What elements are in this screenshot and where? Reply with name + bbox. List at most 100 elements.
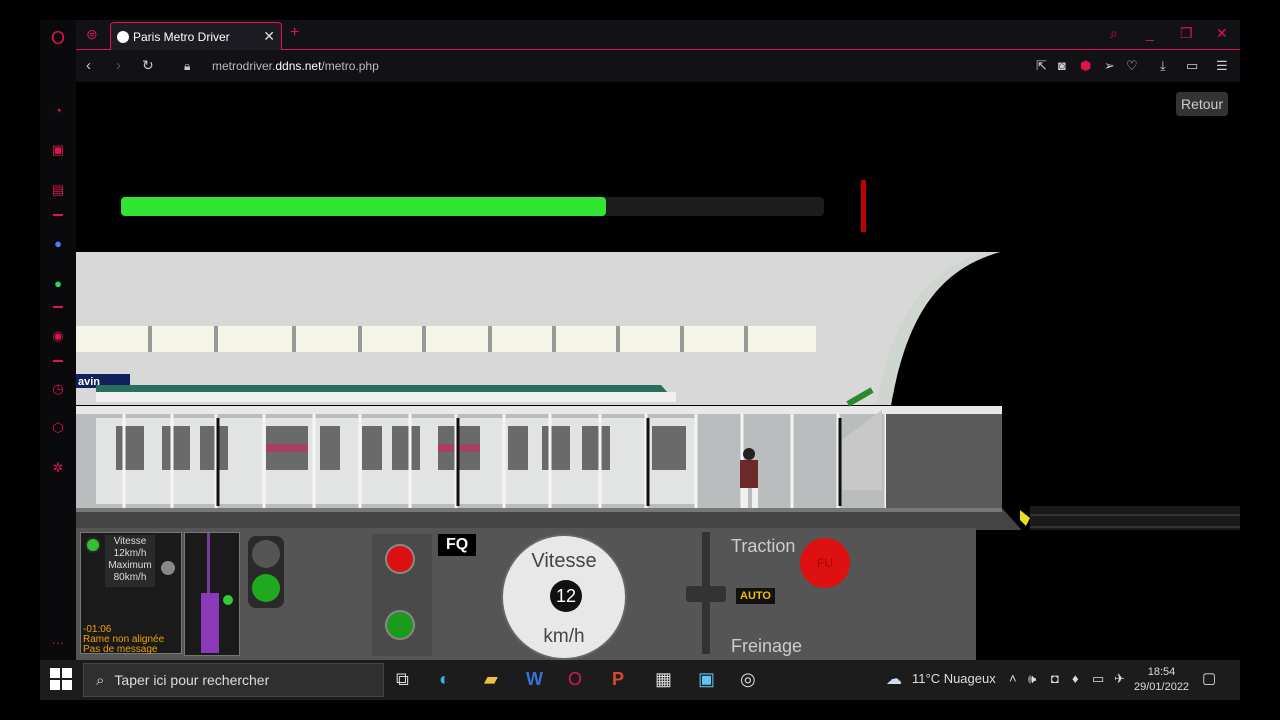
back-icon[interactable]: ‹: [86, 57, 91, 74]
platform-door-header: [76, 406, 1002, 414]
opera-logo-icon[interactable]: O: [48, 28, 68, 48]
restore-icon[interactable]: ❐: [1180, 25, 1193, 42]
status-line-2: Pas de message: [83, 644, 158, 655]
heart-icon[interactable]: ♡: [1126, 58, 1138, 74]
webcam-icon[interactable]: ◘: [1051, 671, 1059, 686]
tab-active[interactable]: Paris Metro Driver ✕: [110, 22, 282, 50]
share-icon[interactable]: ⇱: [1036, 58, 1047, 74]
close-doors-button[interactable]: [385, 544, 415, 574]
close-window-icon[interactable]: ✕: [1216, 25, 1228, 42]
control-panel: Vitesse 12km/h Maximum 80km/h -01:06 Ram…: [76, 528, 976, 660]
opera-sidebar: O ◔ ▣ ▤ ● ● ◉ ◷ ⬡ ✲ ···: [40, 20, 76, 660]
auto-button[interactable]: AUTO: [736, 588, 775, 604]
browser-window: O ◔ ▣ ▤ ● ● ◉ ◷ ⬡ ✲ ··· ⊜ Paris Metro Dr…: [40, 20, 1240, 660]
speed-label: Vitesse: [113, 536, 147, 547]
tab-title: Paris Metro Driver: [133, 29, 230, 44]
braking-gauge: [184, 532, 240, 656]
empty-track-doors: [886, 414, 1002, 508]
freinage-label: Freinage: [731, 636, 803, 656]
throttle-lever-handle[interactable]: [686, 586, 726, 602]
forward-icon[interactable]: ›: [116, 57, 121, 74]
whatsapp-icon[interactable]: ●: [48, 273, 68, 293]
taskbar-search[interactable]: ⌕ Taper ici pour rechercher: [83, 663, 384, 697]
reload-icon[interactable]: ↻: [142, 57, 154, 74]
passenger-head: [743, 448, 755, 460]
camera-icon[interactable]: ◙: [1058, 58, 1066, 73]
max-value: 80km/h: [113, 572, 147, 583]
history-icon[interactable]: ◷: [48, 379, 68, 399]
search-tabs-icon[interactable]: ⌕: [1110, 25, 1118, 42]
screen: O ◔ ▣ ▤ ● ● ◉ ◷ ⬡ ✲ ··· ⊜ Paris Metro Dr…: [0, 0, 1280, 720]
retour-button[interactable]: Retour: [1175, 92, 1228, 116]
page-viewport: Retour avin Vitesse 12km/h Maximum 80km/…: [76, 82, 1240, 660]
speedo-unit: km/h: [543, 626, 585, 647]
speed-dial-icon[interactable]: ◔: [48, 100, 68, 120]
word-icon[interactable]: W: [526, 669, 543, 690]
url-host-prefix: metrodriver.: [212, 59, 276, 73]
microphone-icon[interactable]: ♦: [1072, 671, 1079, 686]
weather-cloud-icon[interactable]: ☁: [886, 669, 902, 689]
station-progress-bar: [121, 197, 824, 216]
max-label: Maximum: [108, 560, 152, 571]
start-button[interactable]: [50, 668, 72, 690]
tab-bar: ⊜ Paris Metro Driver ✕ + ⌕ _ ❐ ✕: [76, 20, 1240, 50]
battery-icon[interactable]: ▭: [1092, 671, 1104, 687]
clock[interactable]: 18:54 29/01/2022: [1134, 665, 1189, 695]
messenger-icon[interactable]: ●: [48, 233, 68, 253]
windows-taskbar: ⌕ Taper ici pour rechercher ⧉ ◐ ▰ W O P …: [40, 660, 1240, 700]
adblock-shield-icon[interactable]: ⬢: [1080, 58, 1091, 74]
info-display: Vitesse 12km/h Maximum 80km/h -01:06 Ram…: [80, 532, 182, 655]
traction-label: Traction: [731, 536, 796, 556]
volume-icon[interactable]: 🕪︎: [1028, 671, 1036, 687]
opera-taskbar-icon[interactable]: O: [568, 669, 582, 690]
ceiling-light-strip: [76, 326, 816, 352]
powerpoint-icon[interactable]: P: [612, 669, 624, 690]
bag-icon[interactable]: ▣: [48, 140, 68, 160]
url-domain: ddns.net: [275, 59, 322, 73]
station-progress-fill: [121, 197, 607, 216]
calculator-icon[interactable]: ▦: [655, 669, 672, 690]
signal-red-lamp: [252, 540, 280, 568]
passenger-body: [740, 460, 758, 488]
fq-button[interactable]: FQ: [438, 534, 477, 556]
extensions-cube-icon[interactable]: ⬡: [48, 418, 68, 438]
notifications-icon[interactable]: ▢: [1202, 669, 1216, 687]
url-field[interactable]: metrodriver.ddns.net/metro.php: [212, 59, 379, 73]
signal-light: [248, 536, 284, 608]
sidebar-divider: [53, 360, 63, 362]
minimize-icon[interactable]: _: [1146, 25, 1154, 41]
easy-setup-icon[interactable]: ☰: [1216, 58, 1228, 74]
gauge-indicator: [223, 595, 233, 605]
airplane-mode-icon[interactable]: ✈: [1114, 671, 1125, 687]
favicon-icon: [117, 30, 129, 43]
tab-close-icon[interactable]: ✕: [263, 28, 275, 45]
file-explorer-icon[interactable]: ▰: [484, 669, 498, 690]
door-buttons: [372, 534, 432, 656]
info-settings-icon[interactable]: [161, 561, 175, 575]
red-stop-marker: [861, 180, 866, 232]
workspace-icon[interactable]: ⊜: [86, 26, 98, 43]
stop-position-marker: [1020, 510, 1030, 526]
signal-green-lamp: [252, 574, 280, 602]
sidebar-divider: [53, 306, 63, 308]
battery-saver-icon[interactable]: ▭: [1186, 58, 1198, 74]
show-hidden-icons-icon[interactable]: ˄: [1009, 671, 1017, 686]
weather-text[interactable]: 11°C Nuageux: [912, 671, 996, 686]
more-icon[interactable]: ···: [48, 632, 68, 652]
settings-gear-icon[interactable]: ✲: [48, 458, 68, 478]
speed-value: 12km/h: [113, 548, 147, 559]
task-view-icon[interactable]: ⧉: [396, 669, 409, 690]
open-doors-button[interactable]: [385, 610, 415, 640]
download-icon[interactable]: ⤓: [1160, 58, 1166, 74]
obs-icon[interactable]: ◎: [740, 669, 756, 690]
send-icon[interactable]: ➢: [1104, 58, 1115, 74]
player-icon[interactable]: ◉: [48, 326, 68, 346]
search-placeholder: Taper ici pour rechercher: [114, 672, 270, 688]
app-window-icon[interactable]: ▣: [698, 669, 715, 690]
twitch-icon[interactable]: ▤: [48, 180, 68, 200]
lock-icon: 🔒︎: [184, 59, 191, 73]
speedometer: Vitesse 12 km/h: [501, 534, 627, 660]
new-tab-icon[interactable]: +: [290, 24, 299, 42]
emergency-brake-button[interactable]: FU: [800, 538, 850, 588]
edge-icon[interactable]: ◐: [439, 669, 450, 690]
